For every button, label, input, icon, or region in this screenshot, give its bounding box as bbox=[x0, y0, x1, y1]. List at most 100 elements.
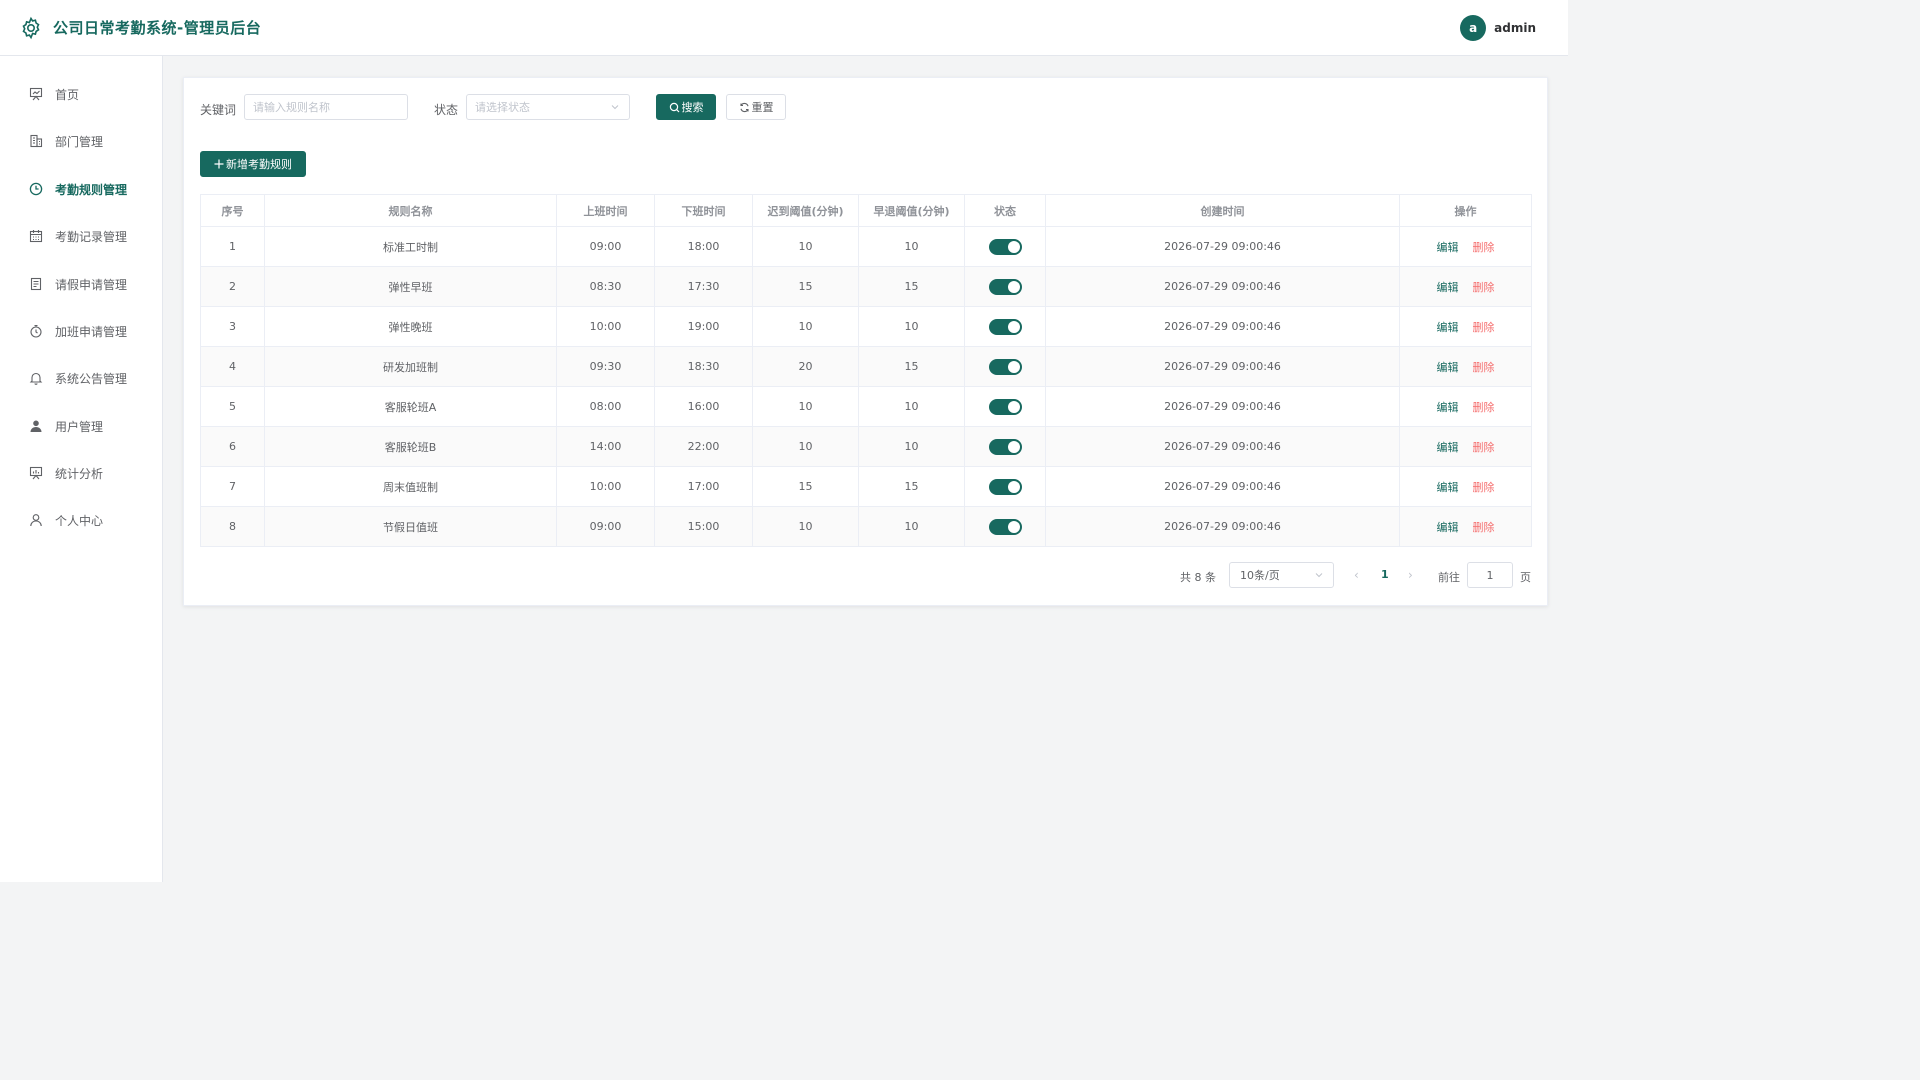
chevron-down-icon bbox=[1315, 573, 1323, 578]
sidebar-item-label: 部门管理 bbox=[55, 134, 104, 149]
delete-link[interactable]: 删除 bbox=[1473, 441, 1495, 454]
status-toggle[interactable] bbox=[988, 238, 1022, 255]
table-row: 1 标准工时制 09:00 18:00 10 10 2026-07-29 09:00:46 编… bbox=[200, 226, 1532, 267]
cell-rule-name: 客服轮班A bbox=[264, 386, 557, 427]
cell-end-time: 15:00 bbox=[654, 506, 753, 547]
status-toggle[interactable] bbox=[988, 478, 1022, 495]
delete-link[interactable]: 删除 bbox=[1473, 281, 1495, 294]
edit-link[interactable]: 编辑 bbox=[1437, 321, 1459, 334]
main-card: 关键词 状态 请选择状态 搜索 重置 新增考勤规则 序号 规则名称 上班时间 下… bbox=[183, 77, 1548, 606]
delete-link[interactable]: 删除 bbox=[1473, 401, 1495, 414]
delete-link[interactable]: 删除 bbox=[1473, 241, 1495, 254]
cell-early-threshold: 10 bbox=[858, 306, 965, 347]
cell-actions: 编辑 删除 bbox=[1399, 346, 1532, 387]
username[interactable]: admin bbox=[1494, 21, 1536, 35]
sidebar-item-profile[interactable]: 个人中心 bbox=[0, 500, 163, 540]
presentation-icon bbox=[28, 87, 43, 102]
delete-link[interactable]: 删除 bbox=[1473, 481, 1495, 494]
avatar[interactable]: a bbox=[1460, 15, 1487, 41]
cell-status bbox=[964, 346, 1046, 387]
status-toggle[interactable] bbox=[988, 278, 1022, 295]
cell-start-time: 08:00 bbox=[556, 386, 655, 427]
user-menu[interactable]: a admin bbox=[1460, 15, 1536, 41]
edit-link[interactable]: 编辑 bbox=[1437, 361, 1459, 374]
sidebar-item-departments[interactable]: 部门管理 bbox=[0, 121, 163, 161]
search-button[interactable]: 搜索 bbox=[656, 94, 716, 120]
table-row: 4 研发加班制 09:30 18:30 20 15 2026-07-29 09:00:46 编… bbox=[200, 346, 1532, 387]
cell-late-threshold: 15 bbox=[752, 266, 859, 307]
sidebar-item-leave-requests[interactable]: 请假申请管理 bbox=[0, 264, 163, 304]
cell-created-time: 2026-07-29 09:00:46 bbox=[1045, 226, 1400, 267]
edit-link[interactable]: 编辑 bbox=[1437, 401, 1459, 414]
delete-link[interactable]: 删除 bbox=[1473, 321, 1495, 334]
cell-index: 1 bbox=[200, 226, 265, 267]
cell-status bbox=[964, 306, 1046, 347]
keyword-label: 关键词 bbox=[200, 103, 237, 117]
sidebar-item-announcements[interactable]: 系统公告管理 bbox=[0, 358, 163, 398]
page-number-current[interactable]: 1 bbox=[1381, 568, 1389, 581]
cell-end-time: 17:00 bbox=[654, 466, 753, 507]
cell-status bbox=[964, 426, 1046, 467]
cell-actions: 编辑 删除 bbox=[1399, 506, 1532, 547]
sidebar-item-statistics[interactable]: 统计分析 bbox=[0, 453, 163, 493]
pagination-total: 共 8 条 bbox=[1180, 571, 1216, 584]
cell-late-threshold: 10 bbox=[752, 226, 859, 267]
cell-actions: 编辑 删除 bbox=[1399, 386, 1532, 427]
cell-late-threshold: 20 bbox=[752, 346, 859, 387]
reset-button[interactable]: 重置 bbox=[726, 94, 786, 120]
sidebar-item-users[interactable]: 用户管理 bbox=[0, 406, 163, 446]
edit-link[interactable]: 编辑 bbox=[1437, 281, 1459, 294]
sidebar-item-overtime-requests[interactable]: 加班申请管理 bbox=[0, 311, 163, 351]
cell-early-threshold: 15 bbox=[858, 346, 965, 387]
cell-rule-name: 客服轮班B bbox=[264, 426, 557, 467]
page-size-value: 10条/页 bbox=[1240, 569, 1280, 582]
cell-end-time: 19:00 bbox=[654, 306, 753, 347]
sidebar-item-attendance-records[interactable]: 考勤记录管理 bbox=[0, 216, 163, 256]
plus-icon bbox=[214, 159, 224, 169]
cell-start-time: 09:30 bbox=[556, 346, 655, 387]
goto-page-input[interactable] bbox=[1467, 562, 1513, 588]
next-page-icon[interactable]: › bbox=[1408, 568, 1413, 582]
edit-link[interactable]: 编辑 bbox=[1437, 521, 1459, 534]
table-row: 7 周末值班制 10:00 17:00 15 15 2026-07-29 09:00:46 编… bbox=[200, 466, 1532, 507]
table-row: 6 客服轮班B 14:00 22:00 10 10 2026-07-29 09:00:46 编… bbox=[200, 426, 1532, 467]
sidebar-item-label: 用户管理 bbox=[55, 419, 104, 434]
cell-end-time: 22:00 bbox=[654, 426, 753, 467]
cell-actions: 编辑 删除 bbox=[1399, 266, 1532, 307]
building-icon bbox=[28, 134, 43, 149]
status-toggle[interactable] bbox=[988, 438, 1022, 455]
keyword-input[interactable] bbox=[244, 94, 408, 120]
cell-actions: 编辑 删除 bbox=[1399, 426, 1532, 467]
add-rule-button[interactable]: 新增考勤规则 bbox=[200, 151, 306, 177]
edit-link[interactable]: 编辑 bbox=[1437, 481, 1459, 494]
clock-icon bbox=[28, 182, 43, 197]
sidebar-item-home[interactable]: 首页 bbox=[0, 74, 163, 114]
status-toggle[interactable] bbox=[988, 318, 1022, 335]
cell-end-time: 18:00 bbox=[654, 226, 753, 267]
cell-start-time: 10:00 bbox=[556, 466, 655, 507]
cell-early-threshold: 10 bbox=[858, 226, 965, 267]
sidebar-item-label: 考勤记录管理 bbox=[55, 229, 128, 244]
rules-table: 序号 规则名称 上班时间 下班时间 迟到阈值(分钟) 早退阈值(分钟) 状态 创… bbox=[200, 194, 1532, 547]
status-select[interactable]: 请选择状态 bbox=[466, 94, 630, 120]
cell-index: 6 bbox=[200, 426, 265, 467]
add-rule-button-label: 新增考勤规则 bbox=[226, 158, 292, 171]
cell-rule-name: 周末值班制 bbox=[264, 466, 557, 507]
status-toggle[interactable] bbox=[988, 518, 1022, 535]
edit-link[interactable]: 编辑 bbox=[1437, 441, 1459, 454]
delete-link[interactable]: 删除 bbox=[1473, 361, 1495, 374]
delete-link[interactable]: 删除 bbox=[1473, 521, 1495, 534]
status-toggle[interactable] bbox=[988, 398, 1022, 415]
page-size-select[interactable]: 10条/页 bbox=[1229, 562, 1334, 588]
cell-start-time: 09:00 bbox=[556, 226, 655, 267]
cell-late-threshold: 10 bbox=[752, 306, 859, 347]
sidebar-item-attendance-rules[interactable]: 考勤规则管理 bbox=[0, 169, 163, 209]
cell-status bbox=[964, 226, 1046, 267]
prev-page-icon[interactable]: ‹ bbox=[1354, 568, 1359, 582]
cell-start-time: 09:00 bbox=[556, 506, 655, 547]
edit-link[interactable]: 编辑 bbox=[1437, 241, 1459, 254]
cell-rule-name: 标准工时制 bbox=[264, 226, 557, 267]
cell-early-threshold: 10 bbox=[858, 506, 965, 547]
status-toggle[interactable] bbox=[988, 358, 1022, 375]
col-header-end-time: 下班时间 bbox=[654, 194, 753, 227]
